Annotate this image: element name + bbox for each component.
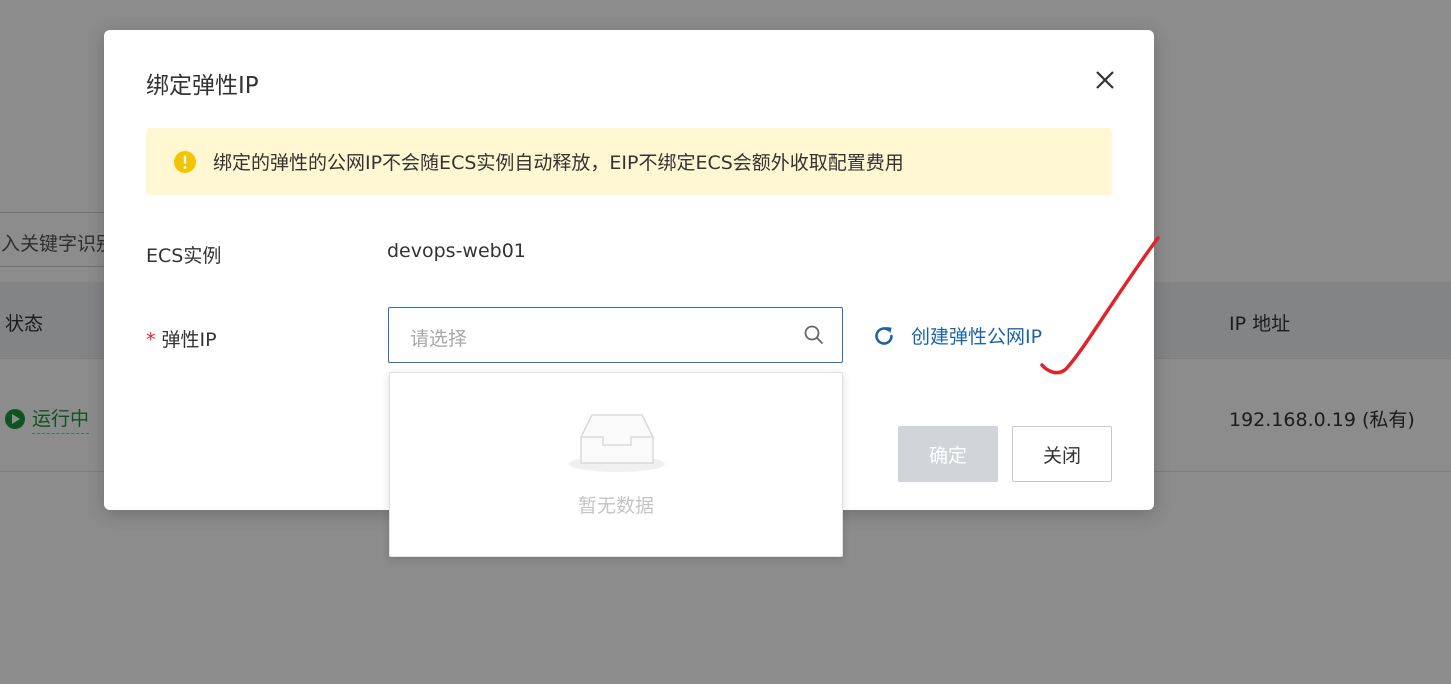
eip-label: * 弹性IP <box>146 325 217 352</box>
refresh-icon[interactable] <box>872 324 896 348</box>
dialog-title: 绑定弹性IP <box>146 73 259 99</box>
ecs-instance-value: devops-web01 <box>387 240 526 262</box>
eip-label-text: 弹性IP <box>161 329 217 351</box>
confirm-button[interactable]: 确定 <box>898 426 998 482</box>
create-eip-text[interactable]: 创建弹性公网IP <box>911 322 1042 349</box>
create-eip-link[interactable]: 创建弹性公网IP <box>872 322 1042 349</box>
empty-inbox-icon <box>569 414 665 472</box>
search-icon <box>804 325 824 345</box>
close-button[interactable]: 关闭 <box>1012 426 1112 482</box>
ecs-instance-label: ECS实例 <box>146 245 222 267</box>
warning-icon <box>174 150 196 173</box>
eip-select[interactable]: 请选择 <box>388 307 843 363</box>
eip-select-placeholder: 请选择 <box>410 328 468 350</box>
warning-text: 绑定的弹性的公网IP不会随ECS实例自动释放，EIP不绑定ECS会额外收取配置费… <box>213 152 904 174</box>
warning-alert: 绑定的弹性的公网IP不会随ECS实例自动释放，EIP不绑定ECS会额外收取配置费… <box>146 128 1112 195</box>
close-icon[interactable] <box>1092 67 1118 93</box>
required-mark: * <box>146 329 156 351</box>
eip-select-dropdown: 暂无数据 <box>389 372 843 557</box>
empty-text: 暂无数据 <box>577 495 654 517</box>
